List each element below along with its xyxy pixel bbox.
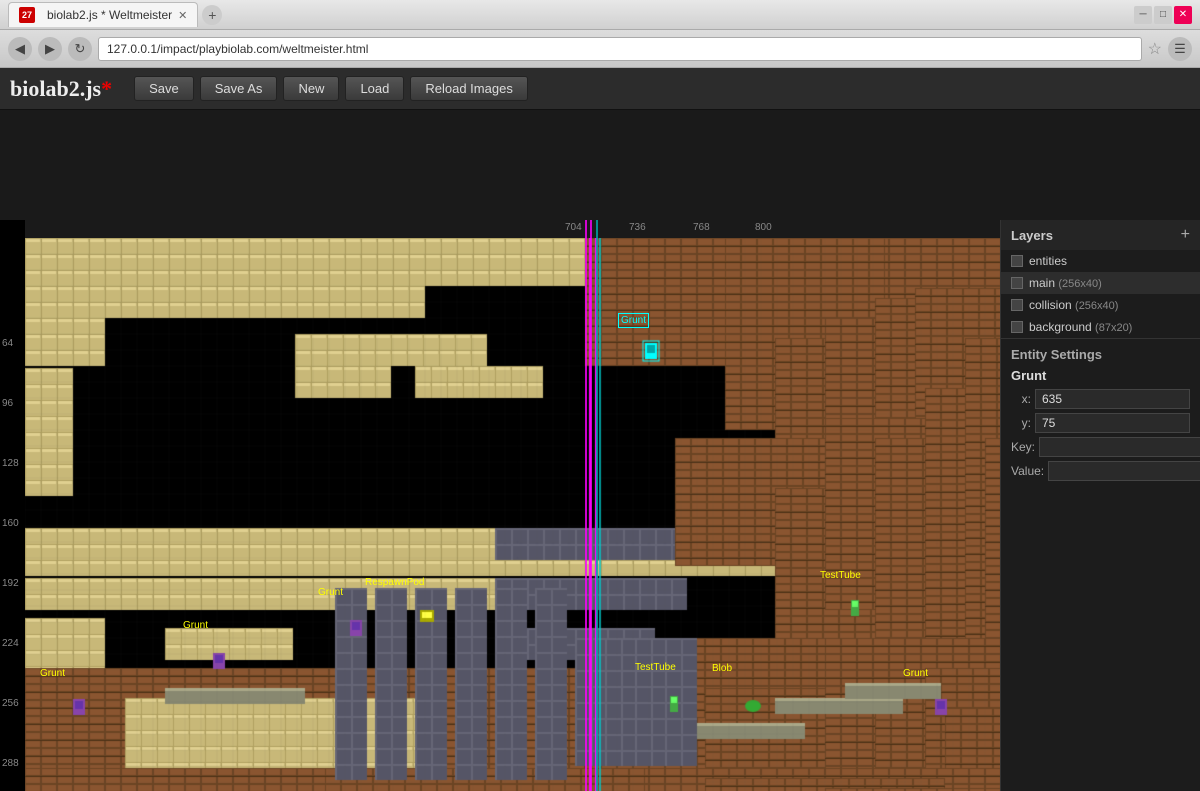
- layers-section: Layers + entities main (256x40) collisio…: [1001, 220, 1200, 339]
- coord-128: 128: [2, 458, 19, 469]
- entity-settings-title: Entity Settings: [1011, 347, 1190, 362]
- value-label: Value:: [1011, 464, 1044, 478]
- right-panel: Layers + entities main (256x40) collisio…: [1000, 220, 1200, 791]
- tab-title: biolab2.js * Weltmeister: [47, 8, 172, 22]
- x-coord-row: x: 635: [1011, 389, 1190, 409]
- value-input[interactable]: [1048, 461, 1200, 481]
- add-layer-button[interactable]: +: [1181, 226, 1190, 244]
- x-value: 635: [1035, 389, 1190, 409]
- editor-toolbar: biolab2.js* Save Save As New Load Reload…: [0, 68, 1200, 110]
- coord-288: 288: [2, 758, 19, 769]
- layer-collision-label: collision (256x40): [1029, 298, 1118, 312]
- top-coord-bar: 704 736 768 800: [25, 220, 1000, 238]
- favicon: 27: [19, 7, 35, 23]
- coord-224: 224: [2, 638, 19, 649]
- layer-entities-label: entities: [1029, 254, 1067, 268]
- coord-256: 256: [2, 698, 19, 709]
- layer-entities-checkbox[interactable]: [1011, 255, 1023, 267]
- save-as-button[interactable]: Save As: [200, 76, 278, 101]
- maximize-button[interactable]: □: [1154, 6, 1172, 24]
- close-button[interactable]: ✕: [1174, 6, 1192, 24]
- y-coord-row: y: 75: [1011, 413, 1190, 433]
- forward-button[interactable]: ▶: [38, 37, 62, 61]
- key-input[interactable]: [1039, 437, 1200, 457]
- coord-192: 192: [2, 578, 19, 589]
- new-button[interactable]: New: [283, 76, 339, 101]
- key-row: Key:: [1011, 437, 1190, 457]
- x-label: x:: [1011, 392, 1031, 406]
- layer-background-checkbox[interactable]: [1011, 321, 1023, 333]
- bookmark-star-icon[interactable]: ☆: [1148, 39, 1162, 59]
- entity-settings-section: Entity Settings Grunt x: 635 y: 75 Key: …: [1001, 339, 1200, 493]
- left-coord-markers: 64 96 128 160 192 224 256 288: [0, 220, 25, 791]
- game-canvas[interactable]: [25, 238, 1000, 791]
- tab-close-icon[interactable]: ✕: [178, 9, 187, 22]
- layer-main-label: main (256x40): [1029, 276, 1102, 290]
- layer-background-label: background (87x20): [1029, 320, 1132, 334]
- top-coord-800: 800: [755, 222, 772, 233]
- layer-background[interactable]: background (87x20): [1001, 316, 1200, 338]
- browser-navbar: ◀ ▶ ↻ 127.0.0.1/impact/playbiolab.com/we…: [0, 30, 1200, 68]
- layer-collision-checkbox[interactable]: [1011, 299, 1023, 311]
- top-coord-736: 736: [629, 222, 646, 233]
- back-button[interactable]: ◀: [8, 37, 32, 61]
- coord-160: 160: [2, 518, 19, 529]
- y-value: 75: [1035, 413, 1190, 433]
- entity-name-label: Grunt: [1011, 368, 1190, 383]
- save-button[interactable]: Save: [134, 76, 194, 101]
- app-title-asterisk: *: [101, 76, 112, 101]
- browser-tab[interactable]: 27 biolab2.js * Weltmeister ✕: [8, 2, 198, 27]
- y-label: y:: [1011, 416, 1031, 430]
- settings-button[interactable]: ☰: [1168, 37, 1192, 61]
- minimize-button[interactable]: ─: [1134, 6, 1152, 24]
- layer-entities[interactable]: entities: [1001, 250, 1200, 272]
- browser-titlebar: 27 biolab2.js * Weltmeister ✕ + ─ □ ✕: [0, 0, 1200, 30]
- coord-64: 64: [2, 338, 13, 349]
- top-coord-704: 704: [565, 222, 582, 233]
- key-label: Key:: [1011, 440, 1035, 454]
- layer-main-checkbox[interactable]: [1011, 277, 1023, 289]
- layers-title: Layers: [1011, 228, 1053, 243]
- app-title: biolab2.js*: [10, 76, 112, 102]
- layer-collision[interactable]: collision (256x40): [1001, 294, 1200, 316]
- window-controls: ─ □ ✕: [1134, 6, 1192, 24]
- url-text: 127.0.0.1/impact/playbiolab.com/weltmeis…: [107, 42, 368, 56]
- reload-images-button[interactable]: Reload Images: [410, 76, 527, 101]
- editor-container: 704 736 768 800 64 96 128 160 192 224 25…: [0, 110, 1200, 791]
- layers-header: Layers +: [1001, 220, 1200, 250]
- collision-line-2: [590, 220, 592, 791]
- top-coord-768: 768: [693, 222, 710, 233]
- layer-main[interactable]: main (256x40): [1001, 272, 1200, 294]
- collision-line-1: [585, 220, 587, 791]
- address-bar[interactable]: 127.0.0.1/impact/playbiolab.com/weltmeis…: [98, 37, 1142, 61]
- new-tab-button[interactable]: +: [202, 5, 222, 25]
- reload-button[interactable]: ↻: [68, 37, 92, 61]
- collision-line-teal-1: [596, 220, 598, 791]
- coord-96: 96: [2, 398, 13, 409]
- load-button[interactable]: Load: [345, 76, 404, 101]
- canvas-area[interactable]: 704 736 768 800 64 96 128 160 192 224 25…: [0, 220, 1000, 791]
- value-row: Value:: [1011, 461, 1190, 481]
